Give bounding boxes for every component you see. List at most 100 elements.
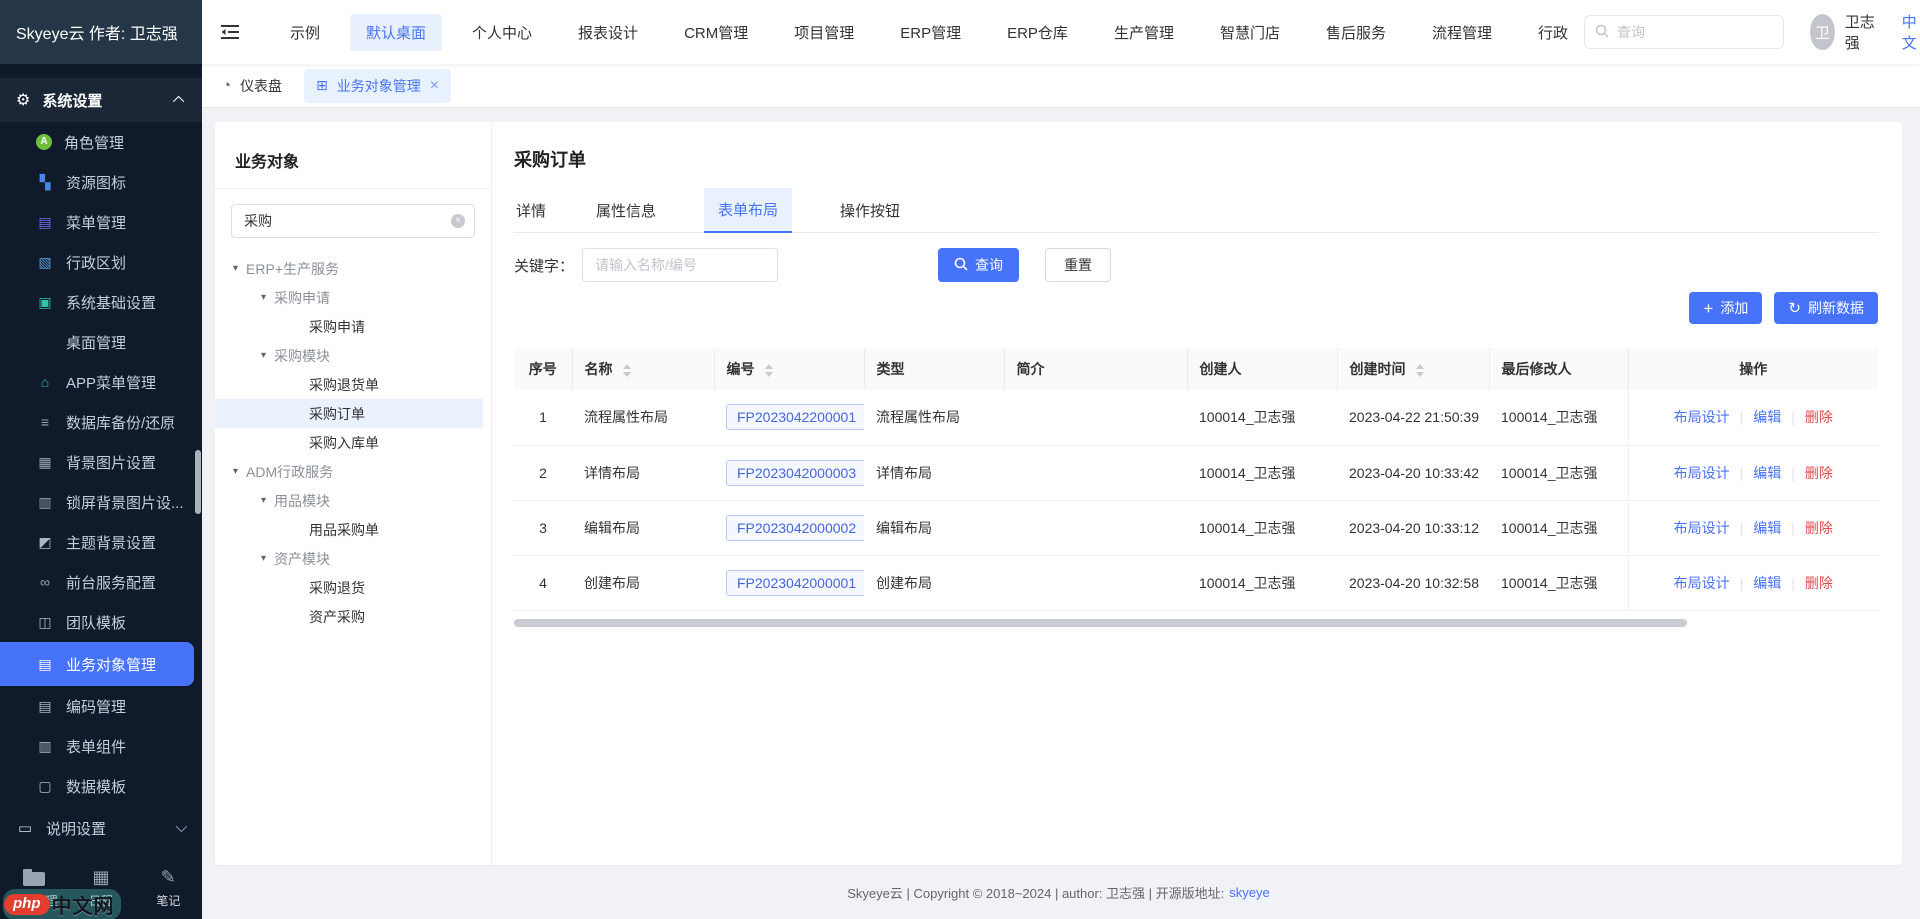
sidebar-bottom-note[interactable]: ✎笔记 [135, 867, 202, 909]
gear-icon: ⚙ [16, 90, 30, 110]
sidebar-item[interactable]: ▣系统基础设置 [0, 282, 202, 322]
nav-item[interactable]: 个人中心 [456, 14, 548, 51]
row-action[interactable]: 布局设计 [1674, 465, 1730, 481]
sidebar-item[interactable]: ▤菜单管理 [0, 202, 202, 242]
sidebar-item[interactable]: ▥表单组件 [0, 726, 202, 766]
business-object-icon: ▤ [36, 656, 54, 673]
row-action[interactable]: 编辑 [1753, 520, 1781, 536]
sidebar-item[interactable]: ≡数据库备份/还原 [0, 402, 202, 442]
nav-item[interactable]: 默认桌面 [350, 14, 442, 51]
sort-icon[interactable] [765, 364, 773, 377]
sort-icon[interactable] [1416, 364, 1424, 377]
sidebar-item[interactable]: ▧行政区划 [0, 242, 202, 282]
row-action[interactable]: 布局设计 [1674, 409, 1730, 425]
row-action[interactable]: 删除 [1805, 465, 1833, 481]
nav-item[interactable]: 报表设计 [562, 14, 654, 51]
nav-item[interactable]: 生产管理 [1098, 14, 1190, 51]
language-switcher[interactable]: 中文 [1902, 11, 1920, 53]
hscrollbar-thumb[interactable] [514, 619, 1687, 627]
tree-node[interactable]: ▾采购模块 [215, 341, 483, 370]
table-row: 2 详情布局 FP2023042000003 详情布局 100014_卫志强 2… [514, 445, 1878, 500]
detail-tabs: 详情 属性信息 表单布局 操作按钮 [514, 188, 1878, 233]
nav-item[interactable]: CRM管理 [668, 14, 764, 51]
tree-node[interactable]: 资产采购 [215, 602, 483, 631]
detail-tab[interactable]: 属性信息 [594, 189, 658, 232]
filter-row: 关键字： 查询 重置 [514, 248, 1878, 282]
search-button[interactable]: 查询 [938, 248, 1019, 282]
nav-item[interactable]: 智慧门店 [1204, 14, 1296, 51]
tree-search-input[interactable] [231, 204, 475, 238]
nav-item[interactable]: ERP管理 [884, 14, 977, 51]
column-header[interactable]: 创建时间 [1337, 348, 1489, 390]
row-action[interactable]: 删除 [1805, 575, 1833, 591]
detail-tab[interactable]: 详情 [514, 189, 548, 232]
refresh-button[interactable]: ↻ 刷新数据 [1774, 292, 1878, 324]
sidebar-item[interactable]: 桌面管理 [0, 322, 202, 362]
sidebar-item[interactable]: ◫团队模板 [0, 602, 202, 642]
avatar[interactable]: 卫 [1810, 14, 1835, 50]
sidebar-section[interactable]: ▭说明设置 [0, 806, 202, 850]
tree-node[interactable]: 采购申请 [215, 312, 483, 341]
sidebar-item[interactable]: ▚资源图标 [0, 162, 202, 202]
sidebar-item[interactable]: ▤业务对象管理 [0, 642, 194, 686]
nav-item[interactable]: 流程管理 [1416, 14, 1508, 51]
sidebar-scrollbar-thumb[interactable] [195, 450, 201, 514]
keyword-label: 关键字： [514, 255, 574, 276]
nav-item[interactable]: ERP仓库 [991, 14, 1084, 51]
nav-item[interactable]: 项目管理 [778, 14, 870, 51]
tree-node[interactable]: ▾用品模块 [215, 486, 483, 515]
tree-node[interactable]: ▾ERP+生产服务 [215, 254, 483, 283]
nav-item[interactable]: 售后服务 [1310, 14, 1402, 51]
sidebar-item[interactable]: ▥锁屏背景图片设... [0, 482, 202, 522]
tree-node[interactable]: ▾ADM行政服务 [215, 457, 483, 486]
sidebar-section[interactable]: ▤项目业务规划 [0, 850, 202, 857]
clear-icon[interactable]: × [451, 214, 465, 228]
sidebar-item[interactable]: ◩主题背景设置 [0, 522, 202, 562]
row-action[interactable]: 编辑 [1753, 575, 1781, 591]
sidebar-item[interactable]: A角色管理 [0, 122, 202, 162]
sidebar-scroll-area[interactable]: ⚙ 系统设置 A角色管理▚资源图标▤菜单管理▧行政区划▣系统基础设置桌面管理⌂A… [0, 64, 202, 857]
sidebar-item[interactable]: ∞前台服务配置 [0, 562, 202, 602]
district-icon: ▧ [36, 254, 54, 271]
close-icon[interactable]: × [430, 78, 439, 94]
tree-node[interactable]: ▾采购申请 [215, 283, 483, 312]
frontend-icon: ∞ [36, 574, 54, 590]
nav-item[interactable]: 示例 [274, 14, 336, 51]
nav-item[interactable]: 行政 [1522, 14, 1584, 51]
brand-logo: Skyeye云 作者: 卫志强 [0, 0, 202, 64]
add-button[interactable]: + 添加 [1689, 292, 1762, 324]
column-header[interactable]: 名称 [572, 348, 714, 390]
row-action[interactable]: 编辑 [1753, 465, 1781, 481]
tree-node[interactable]: 采购退货 [215, 573, 483, 602]
tab-business-object-management[interactable]: ⊞ 业务对象管理 × [304, 69, 451, 103]
keyword-input[interactable] [582, 248, 778, 282]
sidebar-item[interactable]: ▢数据模板 [0, 766, 202, 806]
tree-node[interactable]: 采购订单 [215, 399, 483, 428]
tree-node[interactable]: 用品采购单 [215, 515, 483, 544]
tab-dashboard[interactable]: ◔ 仪表盘 [222, 76, 282, 96]
reset-button[interactable]: 重置 [1045, 248, 1111, 282]
row-action[interactable]: 布局设计 [1674, 520, 1730, 536]
column-header: 创建人 [1187, 348, 1337, 390]
detail-tab[interactable]: 表单布局 [704, 188, 792, 233]
tree-node[interactable]: 采购入库单 [215, 428, 483, 457]
user-name[interactable]: 卫志强 [1845, 11, 1876, 53]
row-action[interactable]: 布局设计 [1674, 575, 1730, 591]
sidebar-item[interactable]: ⌂APP菜单管理 [0, 362, 202, 402]
global-search-input[interactable] [1617, 24, 1798, 40]
detail-tab[interactable]: 操作按钮 [838, 189, 902, 232]
sidebar-collapse-icon[interactable] [220, 19, 240, 45]
row-action[interactable]: 编辑 [1753, 409, 1781, 425]
sidebar-section-system-settings[interactable]: ⚙ 系统设置 [0, 78, 202, 122]
global-search[interactable] [1584, 15, 1784, 49]
row-action[interactable]: 删除 [1805, 409, 1833, 425]
sidebar-item[interactable]: ▦背景图片设置 [0, 442, 202, 482]
tree-node[interactable]: ▾资产模块 [215, 544, 483, 573]
code-tag: FP2023042000001 [726, 570, 864, 596]
column-header[interactable]: 编号 [714, 348, 864, 390]
opensource-link[interactable]: skyeye [1229, 885, 1269, 900]
tree-node[interactable]: 采购退货单 [215, 370, 483, 399]
sidebar-item[interactable]: ▤编码管理 [0, 686, 202, 726]
row-action[interactable]: 删除 [1805, 520, 1833, 536]
sort-icon[interactable] [623, 364, 631, 377]
